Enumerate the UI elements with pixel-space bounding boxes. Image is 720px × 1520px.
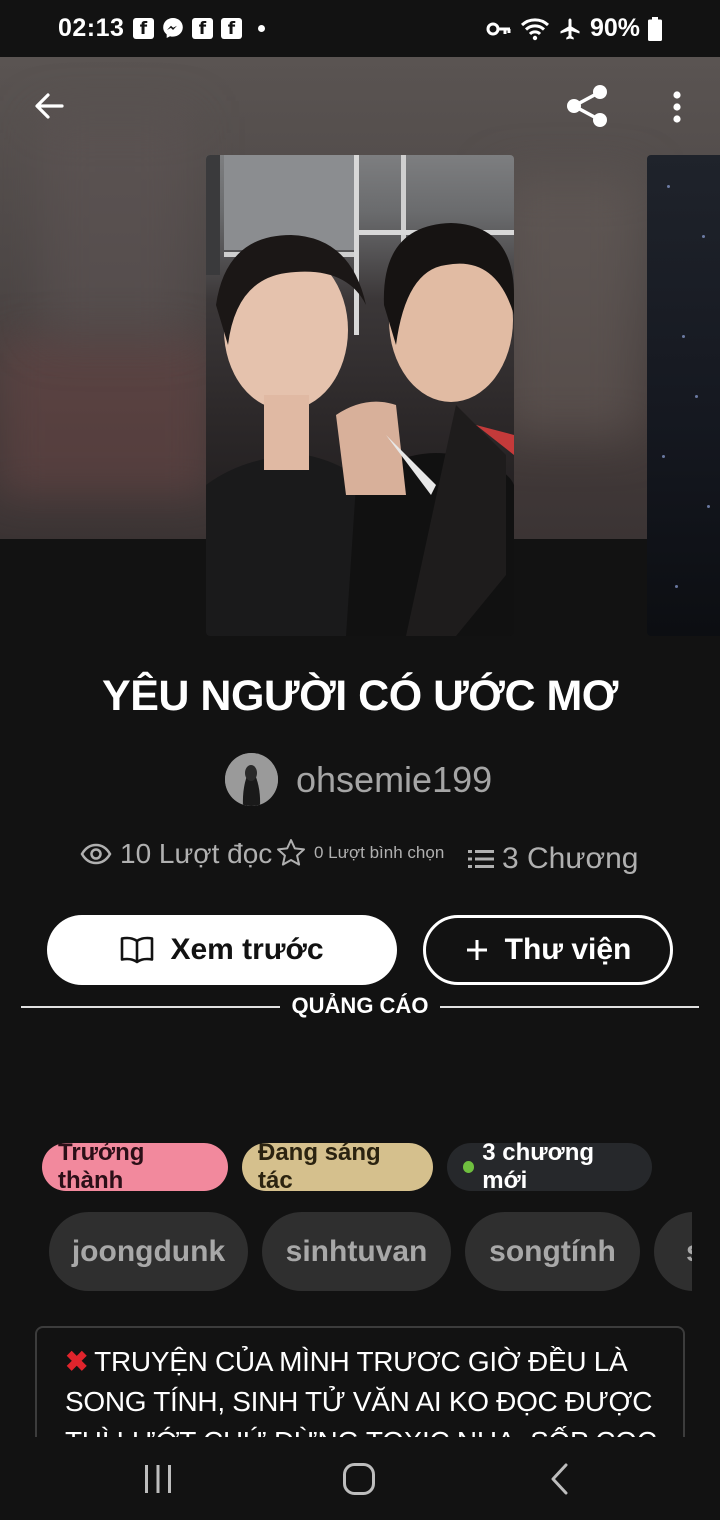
preview-button-label: Xem trước (170, 933, 324, 966)
facebook-icon: f (192, 17, 213, 39)
mature-badge-label: Trưởng thành (58, 1139, 145, 1194)
tag-chip[interactable]: joongdunk (49, 1212, 248, 1291)
plus-icon (466, 940, 487, 960)
tag-chip[interactable]: sinhtuvan (262, 1212, 451, 1291)
facebook-icon: f (133, 17, 154, 39)
recent-apps-icon[interactable] (143, 1465, 173, 1493)
reads-count: 10 Lượt đọc (120, 838, 273, 869)
votes-count: 0 Lượt bình chọn (314, 843, 445, 862)
key-icon (486, 22, 511, 35)
story-title: YÊU NGƯỜI CÓ ƯỚC MƠ (102, 672, 618, 720)
facebook-icon: f (221, 17, 242, 39)
chapters-count: 3 Chương (502, 842, 639, 875)
new-indicator-dot (463, 1161, 475, 1173)
back-arrow-icon[interactable] (33, 90, 65, 122)
more-options-icon[interactable] (670, 90, 684, 124)
add-to-library-button[interactable]: Thư viện (423, 915, 673, 985)
battery-icon (648, 16, 662, 41)
wifi-icon (520, 17, 549, 40)
list-icon (468, 850, 494, 868)
tag-chip[interactable]: songtính (465, 1212, 640, 1291)
ad-divider: QUẢNG CÁO (0, 993, 720, 1023)
back-nav-icon[interactable] (550, 1463, 570, 1495)
cover-illustration (206, 155, 514, 636)
red-x-icon: ✖ (65, 1346, 89, 1377)
share-icon[interactable] (564, 83, 610, 129)
tags-row: joongdunk sinhtuvan songtính s (0, 1212, 692, 1291)
description-text: ✖ TRUYỆN CỦA MÌNH TRƯƠC GIỜ ĐỀU LÀ SONG T… (65, 1342, 665, 1438)
tag-chip[interactable]: s (654, 1212, 692, 1291)
open-book-icon (121, 936, 154, 964)
new-chapters-label: 3 chương mới (482, 1139, 595, 1194)
story-cover-image[interactable] (206, 155, 514, 636)
description-body: TRUYỆN CỦA MÌNH TRƯƠC GIỜ ĐỀU LÀ SONG TÍ… (65, 1346, 657, 1438)
home-icon[interactable] (342, 1462, 376, 1496)
star-icon (277, 839, 305, 866)
tag-label: joongdunk (71, 1234, 226, 1268)
notification-icons: f f f (133, 17, 265, 39)
library-button-label: Thư viện (504, 933, 632, 966)
tag-label: s (686, 1235, 692, 1269)
battery-percentage: 90% (589, 14, 640, 42)
ongoing-badge: Đang sáng tác (242, 1139, 433, 1194)
tag-label: songtính (489, 1234, 616, 1268)
more-notifications-dot (258, 24, 265, 32)
chapters-stat: 3 Chương (468, 842, 639, 876)
votes-stat: 0 Lượt bình chọn (276, 838, 444, 868)
author-row[interactable]: ohsemie199 (225, 753, 492, 806)
new-chapters-badge: 3 chương mới (447, 1139, 652, 1194)
divider-line-right (440, 1006, 699, 1008)
next-cover-image[interactable] (647, 155, 720, 636)
author-name[interactable]: ohsemie199 (296, 759, 492, 801)
description-box: ✖ TRUYỆN CỦA MÌNH TRƯƠC GIỜ ĐỀU LÀ SONG T… (35, 1326, 685, 1438)
airplane-icon (560, 18, 580, 39)
preview-button[interactable]: Xem trước (47, 915, 397, 985)
system-nav-bar (0, 1437, 720, 1520)
mature-badge: Trưởng thành (42, 1139, 228, 1194)
tag-label: sinhtuvan (285, 1234, 428, 1268)
status-right: 90% (486, 14, 662, 43)
author-avatar[interactable] (225, 753, 278, 806)
story-stats: 10 Lượt đọc 0 Lượt bình chọn 3 Chương (0, 838, 720, 882)
messenger-icon (163, 18, 183, 38)
status-bar: 02:13 f f f 90% (0, 0, 720, 57)
status-time: 02:13 (58, 14, 125, 42)
ongoing-badge-label: Đang sáng tác (258, 1139, 381, 1194)
eye-icon (80, 843, 112, 865)
reads-stat: 10 Lượt đọc (80, 838, 272, 870)
